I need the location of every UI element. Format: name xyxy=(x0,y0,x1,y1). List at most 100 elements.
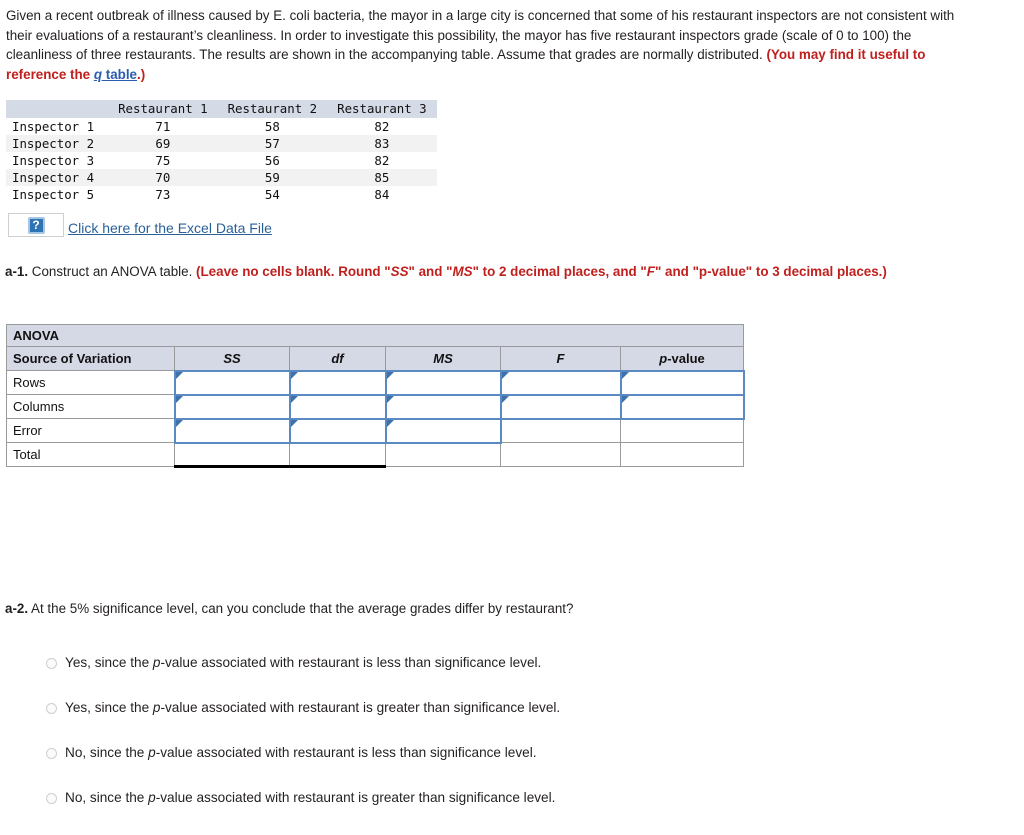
table-row: Total xyxy=(6,442,745,468)
table-row: Columns xyxy=(6,393,745,420)
a1-instruction-f: F xyxy=(646,264,655,279)
a1-instruction-part2: " and " xyxy=(408,264,453,279)
anova-input-columns-f[interactable] xyxy=(499,393,622,420)
answer-options-group: Yes, since the p-value associated with r… xyxy=(46,655,946,835)
table-row: Inspector 4 70 59 85 xyxy=(6,169,437,186)
intro-red-note-close: .) xyxy=(137,66,146,82)
excel-data-file-link[interactable]: Click here for the Excel Data File xyxy=(68,220,272,237)
option-1-prefix: Yes, since the xyxy=(65,655,153,670)
a1-instruction-ms: MS xyxy=(452,264,473,279)
anova-header-f: F xyxy=(500,346,621,371)
data-cell: 70 xyxy=(108,169,218,186)
anova-input-columns-p-value[interactable] xyxy=(619,393,745,420)
anova-input-columns-df[interactable] xyxy=(288,393,387,420)
data-cell: 59 xyxy=(217,169,328,186)
option-row-4[interactable]: No, since the p-value associated with re… xyxy=(46,790,946,835)
option-3-prefix: No, since the xyxy=(65,745,149,760)
anova-input-rows-ms[interactable] xyxy=(384,369,502,396)
anova-input-columns-ms[interactable] xyxy=(384,393,502,420)
data-row-label: Inspector 5 xyxy=(12,187,95,202)
radio-button-icon[interactable] xyxy=(46,793,57,804)
anova-row-label-error: Error xyxy=(6,418,175,443)
data-row-label: Inspector 2 xyxy=(6,135,109,152)
option-2-prefix: Yes, since the xyxy=(65,700,153,715)
anova-cell-total-df xyxy=(289,442,386,468)
q-table-link-symbol: q xyxy=(93,66,103,82)
data-row-label: Inspector 4 xyxy=(6,169,109,186)
option-3-suffix: -value associated with restaurant is les… xyxy=(155,745,537,760)
anova-header-source: Source of Variation xyxy=(6,346,175,371)
anova-header-p-value: p-value xyxy=(619,346,745,371)
table-row: Inspector 5 73 54 84 xyxy=(6,186,437,203)
excel-data-file-row[interactable]: ? Click here for the Excel Data File xyxy=(8,213,272,237)
table-row: Error xyxy=(6,417,745,444)
inspector-grades-table: Restaurant 1 Restaurant 2 Restaurant 3 I… xyxy=(6,100,437,203)
anova-header-ms: MS xyxy=(385,346,501,371)
anova-input-rows-f[interactable] xyxy=(499,369,622,396)
radio-button-icon[interactable] xyxy=(46,703,57,714)
option-row-3[interactable]: No, since the p-value associated with re… xyxy=(46,745,946,790)
data-cell: 75 xyxy=(155,153,171,168)
anova-input-error-ss[interactable] xyxy=(173,417,291,444)
radio-button-icon[interactable] xyxy=(46,658,57,669)
anova-row-label-columns: Columns xyxy=(6,394,175,419)
anova-input-error-df[interactable] xyxy=(288,417,387,444)
option-3-p-symbol: p xyxy=(148,745,156,760)
anova-title: ANOVA xyxy=(5,324,745,347)
data-cell: 54 xyxy=(264,187,280,202)
anova-table: ANOVA Source of Variation SS df MS F p-v… xyxy=(5,324,745,468)
question-a1-body: Construct an ANOVA table. xyxy=(28,264,197,279)
radio-button-icon[interactable] xyxy=(46,748,57,759)
anova-header-p-suffix: -value xyxy=(667,350,705,366)
data-cell: 84 xyxy=(374,187,390,202)
data-table-corner-cell xyxy=(6,100,109,118)
data-cell: 58 xyxy=(264,119,280,134)
table-row: Inspector 2 69 57 83 xyxy=(6,135,437,152)
anova-header-df-text: df xyxy=(331,350,344,366)
table-row: Rows xyxy=(6,369,745,396)
option-row-1[interactable]: Yes, since the p-value associated with r… xyxy=(46,655,946,700)
a1-instruction-part3: " to 2 decimal places, and " xyxy=(472,264,647,279)
anova-input-columns-ss[interactable] xyxy=(173,393,291,420)
anova-title-row: ANOVA xyxy=(5,324,745,347)
broken-image-placeholder-icon: ? xyxy=(27,216,45,234)
anova-cell-total-p-value xyxy=(619,442,745,467)
data-cell: 73 xyxy=(155,187,171,202)
anova-row-label-rows: Rows xyxy=(6,370,175,395)
data-cell: 71 xyxy=(155,119,171,134)
option-2-suffix: -value associated with restaurant is gre… xyxy=(160,700,561,715)
data-cell: 69 xyxy=(108,135,218,152)
anova-input-error-ms[interactable] xyxy=(384,417,502,444)
anova-header-ss: SS xyxy=(174,346,290,371)
data-table-col-restaurant-3: Restaurant 3 xyxy=(327,100,437,118)
option-4-prefix: No, since the xyxy=(65,790,149,805)
anova-cell-total-ms xyxy=(385,442,501,467)
data-table-col-restaurant-2: Restaurant 2 xyxy=(217,100,328,118)
data-row-label: Inspector 3 xyxy=(12,153,95,168)
q-table-link[interactable]: q table xyxy=(94,67,137,82)
anova-input-rows-p-value[interactable] xyxy=(619,369,745,396)
a1-instruction-part4: " and "p-value" to 3 decimal places.) xyxy=(654,264,887,279)
anova-cell-error-p-value xyxy=(619,418,745,443)
data-cell: 56 xyxy=(264,153,280,168)
data-table-col-restaurant-1: Restaurant 1 xyxy=(108,100,218,118)
question-a2-prompt: a-2. At the 5% significance level, can y… xyxy=(5,601,573,616)
option-row-2[interactable]: Yes, since the p-value associated with r… xyxy=(46,700,946,745)
data-cell: 83 xyxy=(327,135,437,152)
question-a1-prompt: a-1. Construct an ANOVA table. (Leave no… xyxy=(5,262,1010,282)
table-row: Inspector 3 75 56 82 xyxy=(6,152,437,169)
option-4-p-symbol: p xyxy=(148,790,156,805)
data-cell: 82 xyxy=(374,153,390,168)
data-cell: 82 xyxy=(374,119,390,134)
anova-input-rows-df[interactable] xyxy=(288,369,387,396)
a1-instruction-part1: (Leave no cells blank. Round " xyxy=(196,264,391,279)
anova-header-df: df xyxy=(289,346,386,371)
anova-cell-total-ss xyxy=(174,442,290,468)
data-cell: 57 xyxy=(217,135,328,152)
option-label-3: No, since the p-value associated with re… xyxy=(65,745,537,760)
anova-cell-error-f xyxy=(500,418,621,443)
data-table-header-row: Restaurant 1 Restaurant 2 Restaurant 3 xyxy=(6,100,437,118)
excel-icon-container[interactable]: ? xyxy=(8,213,64,237)
anova-header-ss-text: SS xyxy=(223,350,241,366)
anova-input-rows-ss[interactable] xyxy=(173,369,291,396)
